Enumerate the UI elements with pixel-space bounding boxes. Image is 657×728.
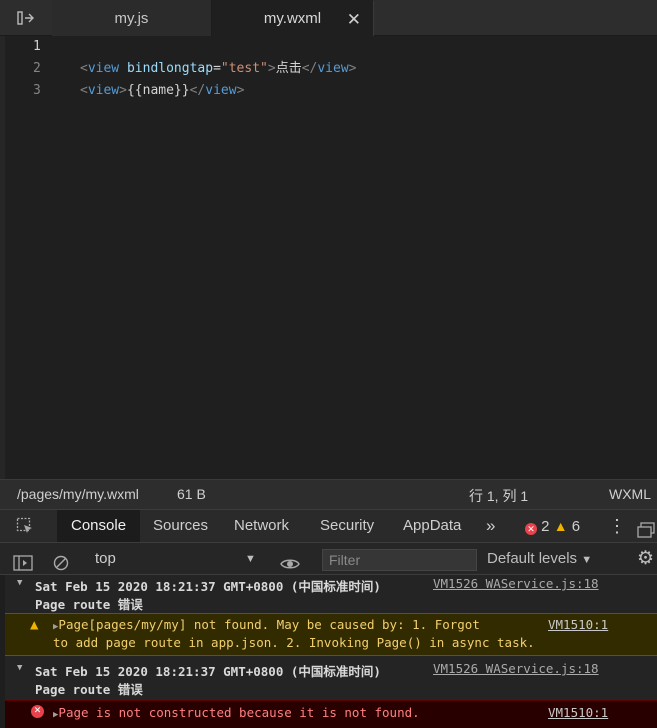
- kebab-menu-icon[interactable]: ⋮: [608, 510, 626, 542]
- context-selector[interactable]: top: [95, 543, 116, 575]
- show-sidebar-icon[interactable]: [13, 551, 33, 571]
- tab-my-js[interactable]: my.js: [52, 0, 212, 36]
- code-line: 1: [5, 36, 657, 58]
- group-subtitle: Page route 错误: [35, 682, 143, 697]
- code-text: <view>{{name}}</view>: [80, 83, 245, 98]
- error-message: ✕ ▶Page is not constructed because it is…: [5, 700, 657, 728]
- source-link[interactable]: VM1526 WAService.js:18: [433, 576, 599, 591]
- log-levels-dropdown[interactable]: Default levels ▼: [487, 543, 592, 575]
- code-line: 2 <view bindlongtap="test">点击</view>: [5, 58, 657, 80]
- error-icon: ✕: [525, 523, 537, 535]
- code-line: 3 <view>{{name}}</view>: [5, 80, 657, 102]
- warning-count: 6: [571, 518, 581, 535]
- filter-input[interactable]: Filter: [322, 549, 477, 571]
- console-group[interactable]: ▼ Sat Feb 15 2020 18:21:37 GMT+0800 (中国标…: [5, 660, 657, 698]
- cursor-position[interactable]: 行 1, 列 1: [469, 486, 528, 506]
- group-title: Sat Feb 15 2020 18:21:37 GMT+0800 (中国标准时…: [35, 664, 381, 679]
- collapse-triangle-icon[interactable]: ▼: [17, 578, 22, 588]
- chevron-down-icon[interactable]: ▼: [245, 543, 256, 575]
- tab-appdata[interactable]: AppData: [403, 510, 461, 542]
- group-title: Sat Feb 15 2020 18:21:37 GMT+0800 (中国标准时…: [35, 579, 381, 594]
- tab-my-wxml[interactable]: my.wxml ✕: [212, 0, 374, 36]
- devtools-tab-bar: Console Sources Network Security AppData…: [0, 509, 657, 543]
- code-text: <view bindlongtap="test">点击</view>: [80, 61, 357, 76]
- log-levels-label: Default levels: [487, 550, 578, 567]
- undock-icon[interactable]: [637, 518, 655, 538]
- gear-icon[interactable]: ⚙: [637, 543, 654, 575]
- tab-console[interactable]: Console: [57, 510, 141, 542]
- language-mode[interactable]: WXML: [609, 486, 651, 502]
- file-size: 61 B: [177, 486, 206, 502]
- tab-security[interactable]: Security: [320, 510, 374, 542]
- console-group[interactable]: ▼ Sat Feb 15 2020 18:21:37 GMT+0800 (中国标…: [5, 575, 657, 613]
- warning-message: ▲ ▶Page[pages/my/my] not found. May be c…: [5, 613, 657, 656]
- console-filter-bar: top ▼ Filter Default levels ▼ ⚙: [0, 543, 657, 575]
- file-path: /pages/my/my.wxml: [17, 486, 139, 502]
- source-link[interactable]: VM1510:1: [548, 617, 608, 632]
- error-count: 2: [541, 518, 550, 535]
- status-bar: /pages/my/my.wxml 61 B 行 1, 列 1 WXML: [0, 479, 657, 509]
- warning-text-cont: to add page route in app.json. 2. Invoki…: [53, 635, 535, 650]
- chevron-down-icon: ▼: [581, 554, 593, 566]
- group-subtitle: Page route 错误: [35, 597, 143, 612]
- inspect-element-icon[interactable]: [16, 517, 34, 535]
- toggle-sidebar-icon[interactable]: [0, 0, 52, 36]
- close-icon[interactable]: ✕: [347, 10, 361, 30]
- error-text: ▶Page is not constructed because it is n…: [53, 705, 420, 720]
- error-counter[interactable]: ✕ 2 ▲ 6: [525, 510, 580, 542]
- warning-icon: ▲: [30, 617, 39, 633]
- eye-icon[interactable]: [280, 551, 300, 569]
- warning-icon: ▲: [553, 518, 568, 534]
- editor-tab-bar: my.js my.wxml ✕: [0, 0, 657, 36]
- line-number: 3: [33, 83, 41, 98]
- tab-label: my.js: [114, 9, 149, 27]
- source-link[interactable]: VM1526 WAService.js:18: [433, 661, 599, 676]
- line-number: 1: [33, 39, 41, 54]
- clear-console-icon[interactable]: [53, 551, 69, 571]
- more-tabs-icon[interactable]: »: [486, 510, 495, 542]
- error-icon: ✕: [31, 705, 44, 718]
- tab-network[interactable]: Network: [234, 510, 289, 542]
- tab-sources[interactable]: Sources: [153, 510, 208, 542]
- console-output: ▼ Sat Feb 15 2020 18:21:37 GMT+0800 (中国标…: [5, 575, 657, 728]
- code-editor[interactable]: 1 2 <view bindlongtap="test">点击</view> 3…: [0, 36, 657, 479]
- source-link[interactable]: VM1510:1: [548, 705, 608, 720]
- line-number: 2: [33, 61, 41, 76]
- collapse-triangle-icon[interactable]: ▼: [17, 663, 22, 673]
- tab-label: my.wxml: [263, 10, 322, 27]
- warning-text: ▶Page[pages/my/my] not found. May be cau…: [53, 617, 480, 632]
